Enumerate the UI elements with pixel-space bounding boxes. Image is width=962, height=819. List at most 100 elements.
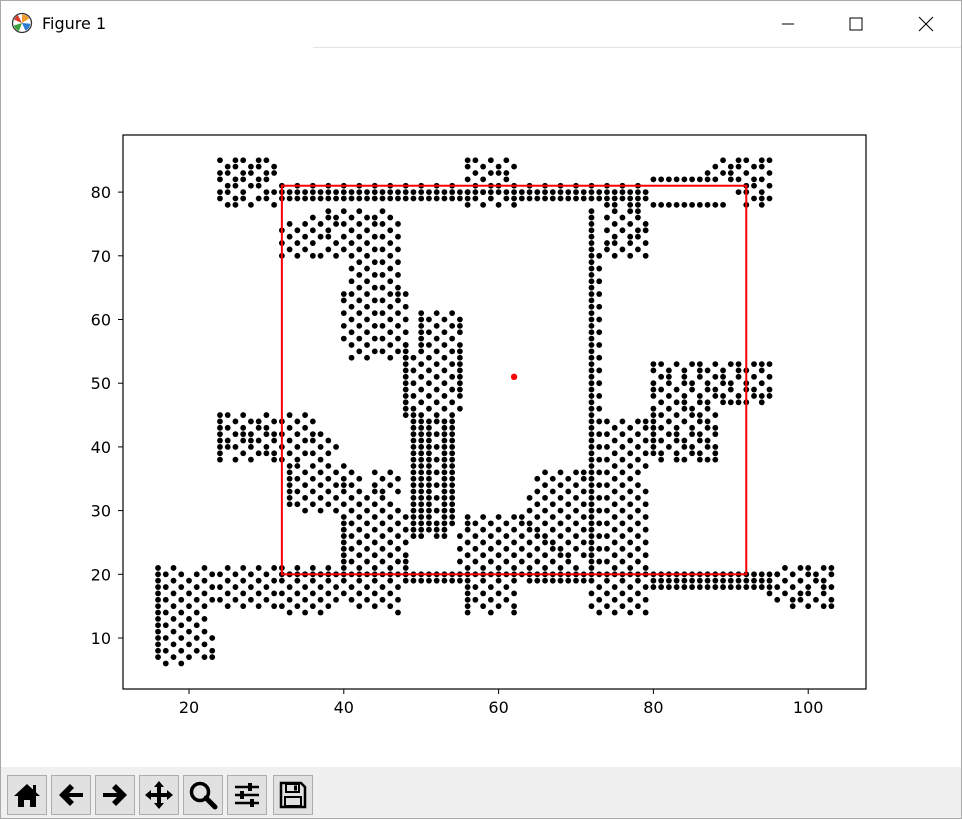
data-point: [650, 424, 657, 431]
data-point: [673, 431, 680, 438]
data-point: [441, 456, 448, 463]
data-point: [573, 507, 579, 514]
data-point: [224, 182, 231, 189]
data-point: [604, 494, 610, 501]
data-point: [611, 240, 618, 246]
data-point: [511, 195, 517, 202]
data-point: [495, 163, 502, 170]
data-point: [395, 297, 401, 304]
data-point: [441, 431, 448, 438]
forward-button[interactable]: [95, 775, 135, 815]
data-point: [619, 577, 626, 584]
data-point: [170, 603, 177, 610]
data-point: [627, 475, 634, 482]
zoom-button[interactable]: [183, 775, 223, 815]
data-point: [766, 584, 773, 590]
data-point: [805, 590, 812, 597]
data-point: [410, 482, 417, 489]
minimize-button[interactable]: [765, 1, 811, 47]
data-point: [217, 418, 223, 425]
title-bar[interactable]: Figure 1: [1, 1, 961, 47]
data-point: [410, 463, 417, 469]
data-point: [395, 584, 401, 590]
data-point: [217, 195, 223, 202]
data-point: [665, 201, 672, 208]
sliders-icon: [235, 783, 259, 807]
data-point: [387, 552, 394, 559]
data-point: [549, 501, 556, 508]
data-point: [387, 329, 394, 336]
data-point: [604, 246, 610, 253]
data-point: [340, 297, 347, 304]
data-point: [627, 565, 634, 571]
data-point: [317, 482, 324, 489]
data-point: [410, 195, 417, 202]
data-point: [410, 418, 417, 425]
data-point: [364, 584, 370, 590]
data-point: [170, 590, 177, 597]
data-point: [642, 526, 649, 533]
data-point: [635, 520, 641, 527]
data-point: [271, 163, 278, 170]
data-point: [294, 501, 301, 508]
data-point: [588, 424, 595, 431]
data-point: [596, 482, 603, 489]
back-button[interactable]: [51, 775, 91, 815]
data-point: [542, 469, 548, 476]
data-point: [534, 577, 541, 584]
data-point: [356, 514, 363, 520]
data-point: [650, 444, 657, 450]
data-point: [534, 475, 541, 482]
data-point: [178, 660, 185, 667]
data-point: [387, 482, 394, 489]
figure-window: Figure 1 20 40 60 80 100 10 20 30 40 50 60 70 80: [0, 0, 962, 819]
save-button[interactable]: [273, 775, 313, 815]
subplots-button[interactable]: [227, 775, 267, 815]
home-button[interactable]: [7, 775, 47, 815]
data-point: [433, 195, 440, 202]
data-point: [333, 444, 339, 450]
data-point: [433, 456, 440, 463]
maximize-button[interactable]: [833, 1, 879, 47]
data-point: [642, 596, 649, 603]
data-point: [441, 354, 448, 361]
data-point: [619, 246, 626, 253]
data-point: [364, 316, 370, 323]
data-point: [263, 444, 270, 450]
data-point: [464, 596, 471, 603]
data-point: [348, 342, 355, 348]
pan-button[interactable]: [139, 775, 179, 815]
data-point: [828, 584, 835, 590]
data-point: [333, 221, 339, 227]
data-point: [457, 316, 463, 323]
data-point: [604, 444, 610, 450]
data-point: [309, 565, 316, 571]
data-point: [588, 272, 595, 278]
data-point: [565, 526, 572, 533]
data-point: [418, 373, 425, 380]
data-point: [627, 596, 634, 603]
data-point: [665, 367, 672, 374]
data-point: [278, 577, 285, 584]
data-point: [371, 322, 378, 329]
data-point: [518, 533, 525, 539]
data-point: [271, 456, 278, 463]
data-point: [588, 463, 595, 469]
close-button[interactable]: [903, 1, 949, 47]
data-point: [580, 539, 587, 546]
data-point: [410, 424, 417, 431]
data-point: [820, 584, 827, 590]
data-point: [418, 488, 425, 495]
data-point: [426, 469, 432, 476]
plot-canvas[interactable]: 20 40 60 80 100 10 20 30 40 50 60 70 80: [1, 48, 961, 766]
data-point: [317, 195, 324, 202]
data-point: [364, 533, 370, 539]
data-point: [294, 418, 301, 425]
data-point: [828, 596, 835, 603]
data-point: [433, 412, 440, 418]
data-point: [232, 596, 239, 603]
data-point: [395, 272, 401, 278]
data-point: [712, 431, 719, 438]
data-point: [673, 361, 680, 367]
data-point: [642, 437, 649, 444]
